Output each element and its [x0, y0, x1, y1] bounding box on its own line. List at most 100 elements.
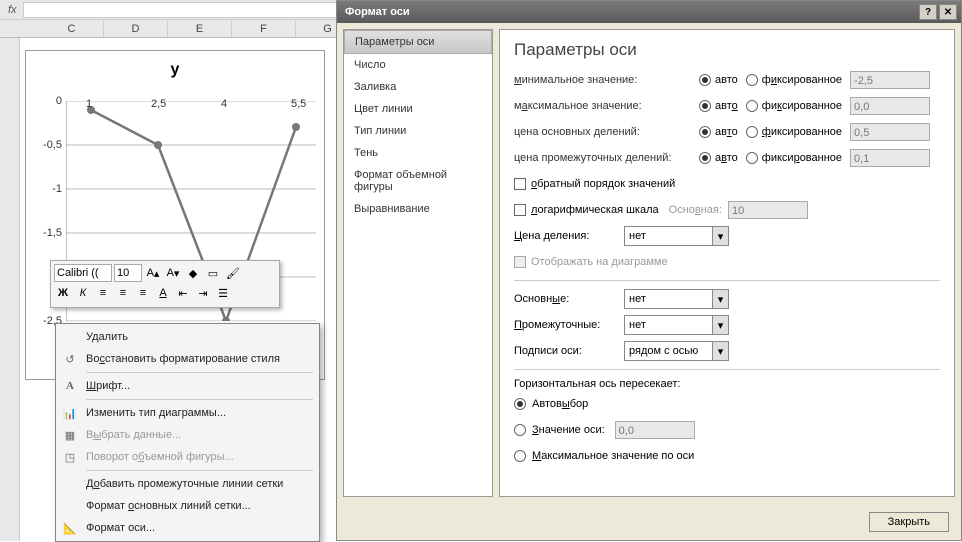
panel-title: Параметры оси [514, 40, 940, 60]
min-auto-radio[interactable] [699, 74, 711, 86]
chevron-down-icon: ▾ [712, 342, 728, 360]
minor-auto-radio[interactable] [699, 152, 711, 164]
format-painter-icon[interactable]: 🖌 [224, 264, 242, 282]
major-unit-label: цена основных делений: [514, 126, 699, 138]
reverse-order-checkbox[interactable] [514, 178, 526, 190]
reset-style-icon: ↺ [62, 351, 78, 367]
log-base-label: Основная: [669, 204, 722, 216]
align-left-icon[interactable]: ≡ [94, 284, 112, 302]
reverse-order-label: обратный порядок значений [531, 178, 675, 190]
chart-type-icon: 📊 [62, 405, 78, 421]
max-value-field[interactable]: 0,0 [850, 97, 930, 115]
chevron-down-icon: ▾ [712, 227, 728, 245]
close-button[interactable]: Закрыть [869, 512, 949, 532]
separator [514, 369, 940, 370]
y-tick: -1,5 [34, 227, 62, 239]
cat-shadow[interactable]: Тень [344, 142, 492, 164]
col-header[interactable]: F [232, 20, 296, 37]
cat-line-style[interactable]: Тип линии [344, 120, 492, 142]
chart-title: y [26, 61, 324, 79]
crosses-max-radio[interactable] [514, 450, 526, 462]
italic-button[interactable]: К [74, 284, 92, 302]
dialog-title: Формат оси [345, 6, 410, 18]
menu-format-major-gridlines[interactable]: Формат основных линий сетки... [58, 495, 317, 517]
row-gutter [0, 38, 20, 541]
max-label: максимальное значение: [514, 100, 699, 112]
menu-separator [86, 470, 313, 471]
decrease-font-icon[interactable]: A▾ [164, 264, 182, 282]
crosses-auto-label: Автовыбор [532, 398, 588, 410]
category-list: Параметры оси Число Заливка Цвет линии Т… [343, 29, 493, 497]
col-header[interactable]: C [40, 20, 104, 37]
log-scale-label: логарифмическая шкала [531, 204, 659, 216]
cat-number[interactable]: Число [344, 54, 492, 76]
tick-labels-select[interactable]: рядом с осью▾ [624, 341, 729, 361]
cat-line-color[interactable]: Цвет линии [344, 98, 492, 120]
minor-value-field[interactable]: 0,1 [850, 149, 930, 167]
min-fixed-radio[interactable] [746, 74, 758, 86]
display-unit-select[interactable]: нет▾ [624, 226, 729, 246]
select-data-icon: ▦ [62, 427, 78, 443]
format-axis-dialog: Формат оси ? ✕ Параметры оси Число Залив… [336, 0, 962, 541]
font-color-icon[interactable]: A [154, 284, 172, 302]
major-value-field[interactable]: 0,5 [850, 123, 930, 141]
min-value-field[interactable]: -2,5 [850, 71, 930, 89]
show-unit-label: Отображать на диаграмме [531, 256, 668, 268]
crosses-value-label: Значение оси: [532, 424, 605, 436]
context-menu: Удалить ↺ Восстановить форматирование ст… [55, 323, 320, 542]
mini-toolbar: A▴ A▾ ◆ ▭ 🖌 Ж К ≡ ≡ ≡ A ⇤ ⇥ ☰ [50, 260, 280, 308]
max-auto-radio[interactable] [699, 100, 711, 112]
crosses-auto-radio[interactable] [514, 398, 526, 410]
font-size-input[interactable] [114, 264, 142, 282]
max-fixed-radio[interactable] [746, 100, 758, 112]
indent-decrease-icon[interactable]: ⇤ [174, 284, 192, 302]
increase-font-icon[interactable]: A▴ [144, 264, 162, 282]
indent-increase-icon[interactable]: ⇥ [194, 284, 212, 302]
cat-fill[interactable]: Заливка [344, 76, 492, 98]
crosses-group-label: Горизонтальная ось пересекает: [514, 378, 940, 390]
align-center-icon[interactable]: ≡ [114, 284, 132, 302]
close-icon[interactable]: ✕ [939, 4, 957, 20]
sheet-area: y 0 -0,5 -1 -1,5 -2 -2,5 1 2,5 4 5,5 [0, 38, 336, 541]
fill-color-icon[interactable]: ◆ [184, 264, 202, 282]
major-auto-radio[interactable] [699, 126, 711, 138]
x-tick: 1 [86, 98, 92, 110]
bold-button[interactable]: Ж [54, 284, 72, 302]
menu-add-minor-gridlines[interactable]: Добавить промежуточные линии сетки [58, 473, 317, 495]
border-icon[interactable]: ▭ [204, 264, 222, 282]
menu-reset-style[interactable]: ↺ Восстановить форматирование стиля [58, 348, 317, 370]
help-button[interactable]: ? [919, 4, 937, 20]
axis-options-panel: Параметры оси минимальное значение: авто… [499, 29, 955, 497]
cat-3d-format[interactable]: Формат объемной фигуры [344, 164, 492, 198]
menu-change-chart-type[interactable]: 📊 Изменить тип диаграммы... [58, 402, 317, 424]
menu-separator [86, 372, 313, 373]
x-tick: 5,5 [291, 98, 306, 110]
menu-delete[interactable]: Удалить [58, 326, 317, 348]
cat-axis-options[interactable]: Параметры оси [344, 30, 492, 54]
log-base-field[interactable]: 10 [728, 201, 808, 219]
chevron-down-icon: ▾ [712, 290, 728, 308]
menu-3d-rotation: ◳ Поворот объемной фигуры... [58, 446, 317, 468]
menu-separator [86, 399, 313, 400]
major-tick-select[interactable]: нет▾ [624, 289, 729, 309]
align-right-icon[interactable]: ≡ [134, 284, 152, 302]
crosses-value-radio[interactable] [514, 424, 526, 436]
log-scale-checkbox[interactable] [514, 204, 526, 216]
col-header[interactable]: E [168, 20, 232, 37]
dialog-titlebar[interactable]: Формат оси ? ✕ [337, 1, 961, 23]
menu-select-data: ▦ Выбрать данные... [58, 424, 317, 446]
major-fixed-radio[interactable] [746, 126, 758, 138]
col-header[interactable]: D [104, 20, 168, 37]
y-tick: -1 [34, 183, 62, 195]
menu-format-axis[interactable]: 📐 Формат оси... [58, 517, 317, 539]
font-name-input[interactable] [54, 264, 112, 282]
menu-font[interactable]: A Шрифт... [58, 375, 317, 397]
major-tick-label: Основные: [514, 293, 624, 305]
rotate-3d-icon: ◳ [62, 449, 78, 465]
chevron-down-icon: ▾ [712, 316, 728, 334]
bullets-icon[interactable]: ☰ [214, 284, 232, 302]
crosses-value-field[interactable]: 0,0 [615, 421, 695, 439]
minor-tick-select[interactable]: нет▾ [624, 315, 729, 335]
minor-fixed-radio[interactable] [746, 152, 758, 164]
cat-alignment[interactable]: Выравнивание [344, 198, 492, 220]
